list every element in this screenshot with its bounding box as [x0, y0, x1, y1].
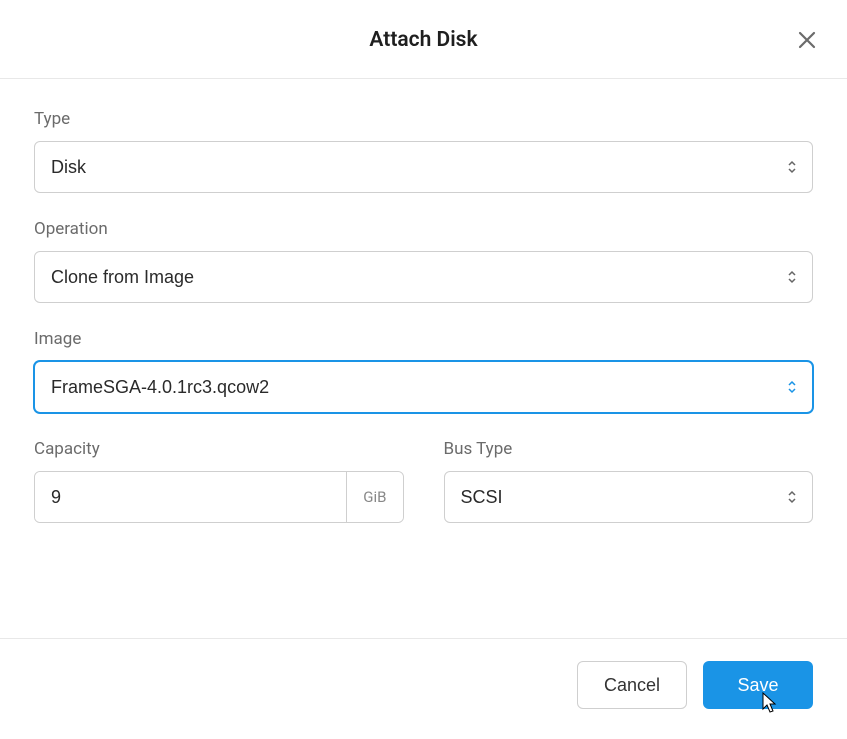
attach-disk-modal: Attach Disk Type Disk Operation Clone fr…	[0, 0, 847, 739]
bus-type-select[interactable]: SCSI	[444, 471, 814, 523]
image-select-wrap: FrameSGA-4.0.1rc3.qcow2	[34, 361, 813, 413]
capacity-bus-row: Capacity GiB Bus Type SCSI	[34, 439, 813, 549]
type-select[interactable]: Disk	[34, 141, 813, 193]
capacity-label: Capacity	[34, 439, 404, 459]
image-label: Image	[34, 329, 813, 349]
bus-type-label: Bus Type	[444, 439, 814, 459]
capacity-group: Capacity GiB	[34, 439, 404, 523]
cancel-button[interactable]: Cancel	[577, 661, 687, 709]
close-button[interactable]	[795, 28, 819, 52]
bus-type-select-wrap: SCSI	[444, 471, 814, 523]
operation-group: Operation Clone from Image	[34, 219, 813, 303]
capacity-input[interactable]	[35, 472, 346, 522]
capacity-input-group: GiB	[34, 471, 404, 523]
modal-title: Attach Disk	[30, 28, 817, 52]
modal-body: Type Disk Operation Clone from Image Ima…	[0, 79, 847, 638]
modal-header: Attach Disk	[0, 0, 847, 79]
capacity-unit: GiB	[346, 472, 402, 522]
operation-label: Operation	[34, 219, 813, 239]
bus-type-group: Bus Type SCSI	[444, 439, 814, 523]
type-group: Type Disk	[34, 109, 813, 193]
type-select-wrap: Disk	[34, 141, 813, 193]
save-button[interactable]: Save	[703, 661, 813, 709]
type-label: Type	[34, 109, 813, 129]
image-group: Image FrameSGA-4.0.1rc3.qcow2	[34, 329, 813, 413]
close-icon	[798, 31, 816, 49]
image-select[interactable]: FrameSGA-4.0.1rc3.qcow2	[34, 361, 813, 413]
modal-footer: Cancel Save	[0, 638, 847, 739]
operation-select-wrap: Clone from Image	[34, 251, 813, 303]
operation-select[interactable]: Clone from Image	[34, 251, 813, 303]
